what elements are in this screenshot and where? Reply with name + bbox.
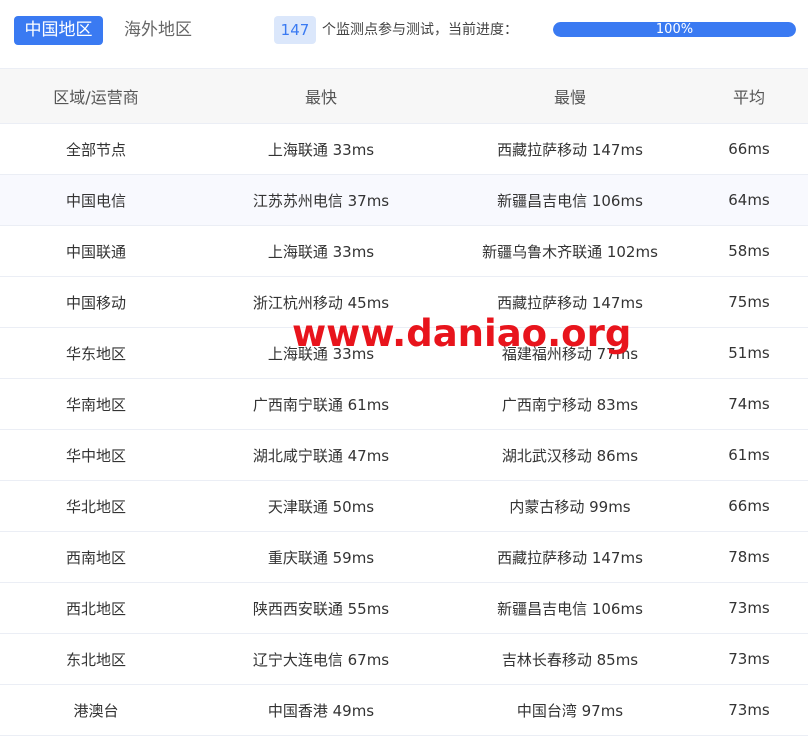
- region-cell: 华南地区: [65, 395, 126, 414]
- header-fastest: 最快: [304, 88, 337, 107]
- fastest-cell: 辽宁大连电信 67ms: [252, 650, 390, 669]
- progress-bar-fill: 100%: [553, 22, 796, 37]
- table-row: 华东地区 上海联通 33ms 福建福州移动 77ms 51ms: [0, 328, 808, 379]
- region-cell: 中国移动: [65, 293, 126, 312]
- table-row: 华北地区 天津联通 50ms 内蒙古移动 99ms 66ms: [0, 481, 808, 532]
- table-row: 东北地区 辽宁大连电信 67ms 吉林长春移动 85ms 73ms: [0, 634, 808, 685]
- fastest-cell: 陕西西安联通 55ms: [252, 599, 390, 618]
- slowest-cell: 西藏拉萨移动 147ms: [497, 140, 643, 159]
- slowest-cell: 中国台湾 97ms: [516, 701, 624, 720]
- region-cell: 港澳台: [73, 701, 119, 720]
- slowest-cell: 福建福州移动 77ms: [501, 344, 639, 363]
- region-cell: 西北地区: [65, 599, 126, 618]
- fastest-cell: 上海联通 33ms: [267, 140, 375, 159]
- region-cell: 中国电信: [65, 191, 126, 210]
- slowest-cell: 新疆昌吉电信 106ms: [497, 191, 643, 210]
- region-cell: 华北地区: [65, 497, 126, 516]
- average-cell: 66ms: [728, 140, 770, 158]
- region-cell: 中国联通: [65, 242, 126, 261]
- fastest-cell: 重庆联通 59ms: [267, 548, 375, 567]
- average-cell: 73ms: [728, 650, 770, 668]
- results-table: 区域/运营商 最快 最慢 平均 全部节点 上海联通 33ms 西藏拉萨移动 147m…: [0, 68, 808, 736]
- average-cell: 58ms: [728, 242, 770, 260]
- progress-description: 个监测点参与测试，当前进度：: [322, 22, 518, 38]
- table-row: 中国联通 上海联通 33ms 新疆乌鲁木齐联通 102ms 58ms: [0, 226, 808, 277]
- table-row: 中国移动 浙江杭州移动 45ms 西藏拉萨移动 147ms 75ms: [0, 277, 808, 328]
- fastest-cell: 上海联通 33ms: [267, 242, 375, 261]
- slowest-cell: 新疆昌吉电信 106ms: [497, 599, 643, 618]
- header-slowest: 最慢: [553, 88, 586, 107]
- region-cell: 东北地区: [65, 650, 126, 669]
- fastest-cell: 浙江杭州移动 45ms: [252, 293, 390, 312]
- region-cell: 全部节点: [65, 140, 126, 159]
- table-row: 华南地区 广西南宁联通 61ms 广西南宁移动 83ms 74ms: [0, 379, 808, 430]
- monitor-count-badge: 147: [274, 16, 316, 44]
- slowest-cell: 新疆乌鲁木齐联通 102ms: [482, 242, 658, 261]
- slowest-cell: 内蒙古移动 99ms: [509, 497, 631, 516]
- table-row: 中国电信 江苏苏州电信 37ms 新疆昌吉电信 106ms 64ms: [0, 175, 808, 226]
- tab-overseas-region[interactable]: 海外地区: [112, 16, 204, 45]
- average-cell: 78ms: [728, 548, 770, 566]
- table-row: 西南地区 重庆联通 59ms 西藏拉萨移动 147ms 78ms: [0, 532, 808, 583]
- slowest-cell: 西藏拉萨移动 147ms: [497, 293, 643, 312]
- average-cell: 51ms: [728, 344, 770, 362]
- table-row: 西北地区 陕西西安联通 55ms 新疆昌吉电信 106ms 73ms: [0, 583, 808, 634]
- slowest-cell: 湖北武汉移动 86ms: [501, 446, 639, 465]
- slowest-cell: 西藏拉萨移动 147ms: [497, 548, 643, 567]
- average-cell: 75ms: [728, 293, 770, 311]
- fastest-cell: 中国香港 49ms: [267, 701, 375, 720]
- table-row: 港澳台 中国香港 49ms 中国台湾 97ms 73ms: [0, 685, 808, 736]
- fastest-cell: 湖北咸宁联通 47ms: [252, 446, 390, 465]
- average-cell: 73ms: [728, 701, 770, 719]
- progress-bar: 100%: [553, 22, 796, 37]
- tab-china-region[interactable]: 中国地区: [14, 16, 103, 45]
- average-cell: 66ms: [728, 497, 770, 515]
- fastest-cell: 天津联通 50ms: [267, 497, 375, 516]
- table-body: 全部节点 上海联通 33ms 西藏拉萨移动 147ms 66ms 中国电信 江苏苏州电信 …: [0, 124, 808, 736]
- table-row: 华中地区 湖北咸宁联通 47ms 湖北武汉移动 86ms 61ms: [0, 430, 808, 481]
- region-cell: 西南地区: [65, 548, 126, 567]
- top-bar: 中国地区 海外地区 147 个监测点参与测试，当前进度： 100%: [0, 0, 808, 68]
- average-cell: 74ms: [728, 395, 770, 413]
- region-cell: 华中地区: [65, 446, 126, 465]
- average-cell: 64ms: [728, 191, 770, 209]
- header-region: 区域/运营商: [53, 88, 139, 107]
- slowest-cell: 吉林长春移动 85ms: [501, 650, 639, 669]
- average-cell: 61ms: [728, 446, 770, 464]
- table-header: 区域/运营商 最快 最慢 平均: [0, 69, 808, 124]
- fastest-cell: 江苏苏州电信 37ms: [252, 191, 390, 210]
- fastest-cell: 广西南宁联通 61ms: [252, 395, 390, 414]
- region-cell: 华东地区: [65, 344, 126, 363]
- header-average: 平均: [732, 88, 765, 107]
- fastest-cell: 上海联通 33ms: [267, 344, 375, 363]
- table-row: 全部节点 上海联通 33ms 西藏拉萨移动 147ms 66ms: [0, 124, 808, 175]
- slowest-cell: 广西南宁移动 83ms: [501, 395, 639, 414]
- average-cell: 73ms: [728, 599, 770, 617]
